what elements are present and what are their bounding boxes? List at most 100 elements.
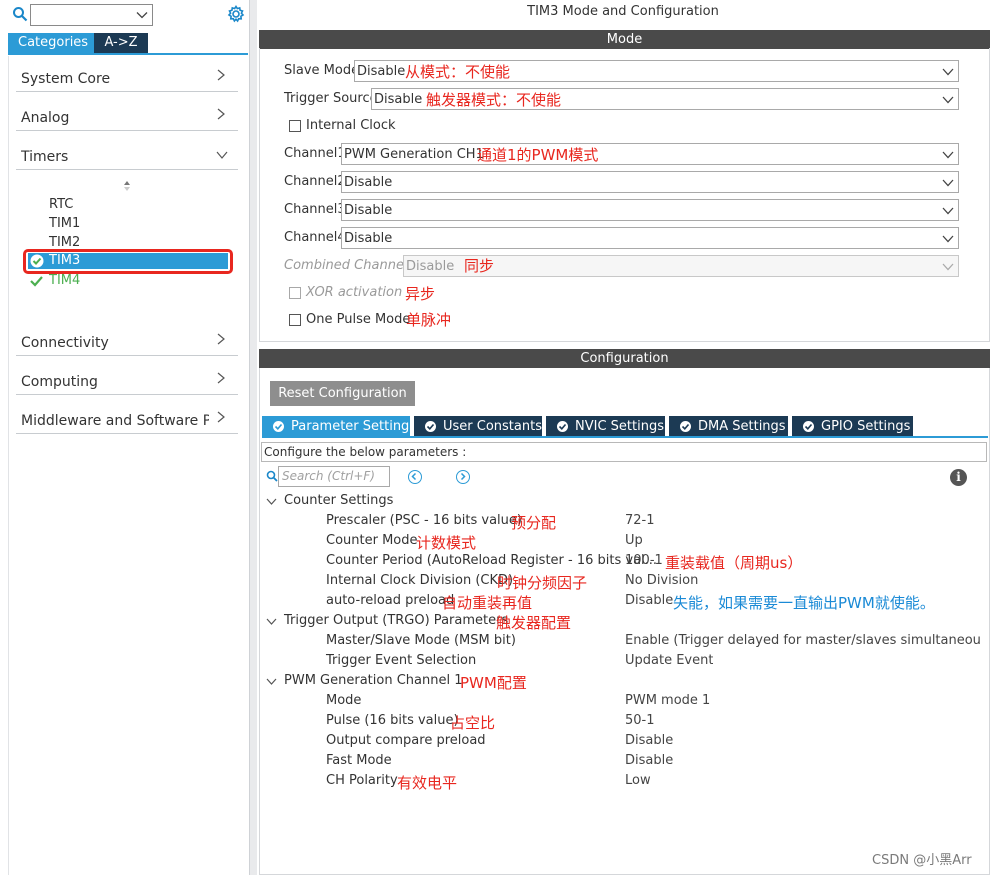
xor-activation-label: XOR activation <box>306 285 403 300</box>
panel-title: TIM3 Mode and Configuration <box>527 4 719 19</box>
previous-icon[interactable] <box>408 470 422 484</box>
param-row-mode[interactable]: Mode PWM mode 1 <box>326 693 986 711</box>
param-row-fast-mode[interactable]: Fast Mode Disable <box>326 753 986 771</box>
param-row-trigger-event[interactable]: Trigger Event Selection Update Event <box>326 653 986 671</box>
annotation-note: 异步 <box>405 285 436 303</box>
param-key: Master/Slave Mode (MSM bit) <box>326 633 516 648</box>
sort-icon[interactable] <box>121 180 133 192</box>
internal-clock-checkbox[interactable] <box>289 120 301 132</box>
param-value: Low <box>625 773 651 788</box>
combined-channels-label: Combined Channels <box>284 258 415 273</box>
tab-label: NVIC Settings <box>575 419 664 434</box>
tabs-underline <box>8 53 248 55</box>
param-row-counter-mode[interactable]: Counter Mode 计数模式 Up <box>326 533 986 552</box>
param-row-clock-division[interactable]: Internal Clock Division (CKD) 时钟分频因子 No … <box>326 573 986 592</box>
timer-tim2[interactable]: TIM2 <box>49 235 80 250</box>
category-label: Computing <box>21 374 98 390</box>
param-row-prescaler[interactable]: Prescaler (PSC - 16 bits value) 预分配 72-1 <box>326 513 986 532</box>
chevron-right-icon <box>216 333 226 345</box>
param-row-auto-reload-preload[interactable]: auto-reload preload 自动重装再值 Disable 失能，如果… <box>326 593 986 612</box>
annotation-note: 时钟分频因子 <box>497 574 588 592</box>
category-system-core[interactable]: System Core <box>16 56 238 92</box>
param-row-pulse[interactable]: Pulse (16 bits value) 占空比 50-1 <box>326 713 986 732</box>
timer-rtc[interactable]: RTC <box>49 197 73 212</box>
internal-clock-label: Internal Clock <box>306 118 396 133</box>
category-label: System Core <box>21 71 111 87</box>
trigger-source-label: Trigger Source <box>284 91 378 106</box>
param-row-ch-polarity[interactable]: CH Polarity 有效电平 Low <box>326 773 986 792</box>
param-key: Counter Mode <box>326 533 418 548</box>
select-value: Disable <box>344 175 393 190</box>
splitter[interactable] <box>249 0 257 875</box>
tab-label: DMA Settings <box>698 419 786 434</box>
tab-nvic-settings[interactable]: NVIC Settings <box>546 416 665 437</box>
left-body <box>8 56 248 875</box>
group-label: Counter Settings <box>284 493 394 508</box>
param-key: Counter Period (AutoReload Register - 16… <box>326 553 658 568</box>
chevron-down-icon <box>136 9 148 21</box>
timer-tim1[interactable]: TIM1 <box>49 216 80 231</box>
group-label: PWM Generation Channel 1 <box>284 673 463 688</box>
reset-configuration-button[interactable]: Reset Configuration <box>270 381 415 406</box>
chevron-down-icon <box>942 261 954 271</box>
channel2-select[interactable]: Disable <box>341 171 959 193</box>
tabs-underline <box>262 436 988 438</box>
gear-icon[interactable] <box>226 4 246 24</box>
channel4-select[interactable]: Disable <box>341 227 959 249</box>
annotation-note: 触发器模式：不使能 <box>426 91 562 109</box>
next-icon[interactable] <box>456 470 470 484</box>
group-label: Trigger Output (TRGO) Parameters <box>284 613 509 628</box>
param-row-msm[interactable]: Master/Slave Mode (MSM bit) Enable (Trig… <box>326 633 986 651</box>
channel2-label: Channel2 <box>284 174 346 189</box>
annotation-note: 自动重装再值 <box>442 594 533 612</box>
channel1-select[interactable]: PWM Generation CH1 <box>341 143 959 165</box>
tab-parameter-settings[interactable]: Parameter Settings <box>262 416 416 437</box>
xor-activation-checkbox[interactable] <box>289 287 301 299</box>
right-panel: TIM3 Mode and Configuration Mode Slave M… <box>258 0 991 875</box>
search-icon[interactable] <box>12 6 28 22</box>
tab-user-constants[interactable]: User Constants <box>414 416 542 437</box>
param-value: Enable (Trigger delayed for master/slave… <box>625 633 981 648</box>
chevron-down-icon <box>942 149 954 159</box>
category-middleware[interactable]: Middleware and Software Pac... <box>16 398 238 434</box>
category-label: Middleware and Software Pac... <box>21 413 209 429</box>
param-key: Mode <box>326 693 362 708</box>
parameter-search-input[interactable]: Search (Ctrl+F) <box>278 466 390 487</box>
param-value: Disable <box>625 753 674 768</box>
one-pulse-mode-checkbox[interactable] <box>289 314 301 326</box>
chevron-down-icon <box>942 205 954 215</box>
chevron-down-icon <box>266 676 277 687</box>
tab-gpio-settings[interactable]: GPIO Settings <box>792 416 913 437</box>
search-combo[interactable] <box>30 4 153 26</box>
chevron-down-icon <box>942 66 954 76</box>
tab-categories[interactable]: Categories <box>8 33 94 54</box>
param-value: Disable <box>625 733 674 748</box>
category-label: Analog <box>21 110 70 126</box>
param-key: CH Polarity <box>326 773 398 788</box>
chevron-right-icon <box>216 411 226 423</box>
category-label: Timers <box>21 149 69 165</box>
left-search-row <box>8 3 248 27</box>
channel3-select[interactable]: Disable <box>341 199 959 221</box>
param-row-output-compare-preload[interactable]: Output compare preload Disable <box>326 733 986 751</box>
param-value: 72-1 <box>625 513 655 528</box>
info-icon[interactable]: i <box>950 469 967 486</box>
annotation-note-blue: 失能，如果需要一直输出PWM就使能。 <box>673 594 935 612</box>
category-timers[interactable]: Timers <box>16 134 238 170</box>
category-connectivity[interactable]: Connectivity <box>16 320 238 356</box>
chevron-down-icon <box>266 496 277 507</box>
annotation-note: 通道1的PWM模式 <box>477 146 599 164</box>
category-analog[interactable]: Analog <box>16 95 238 131</box>
category-computing[interactable]: Computing <box>16 359 238 395</box>
configure-description: Configure the below parameters : <box>261 442 987 462</box>
timer-tim4[interactable]: TIM4 <box>30 273 150 289</box>
tab-dma-settings[interactable]: DMA Settings <box>669 416 788 437</box>
annotation-note: 有效电平 <box>397 774 458 792</box>
select-value: Disable <box>344 203 393 218</box>
annotation-note: 从模式：不使能 <box>405 63 511 81</box>
select-value: PWM Generation CH1 <box>344 147 484 162</box>
param-row-counter-period[interactable]: Counter Period (AutoReload Register - 16… <box>326 553 986 572</box>
tab-a-z[interactable]: A->Z <box>94 33 148 54</box>
one-pulse-mode-label: One Pulse Mode <box>306 312 411 327</box>
annotation-note: PWM配置 <box>460 674 527 692</box>
